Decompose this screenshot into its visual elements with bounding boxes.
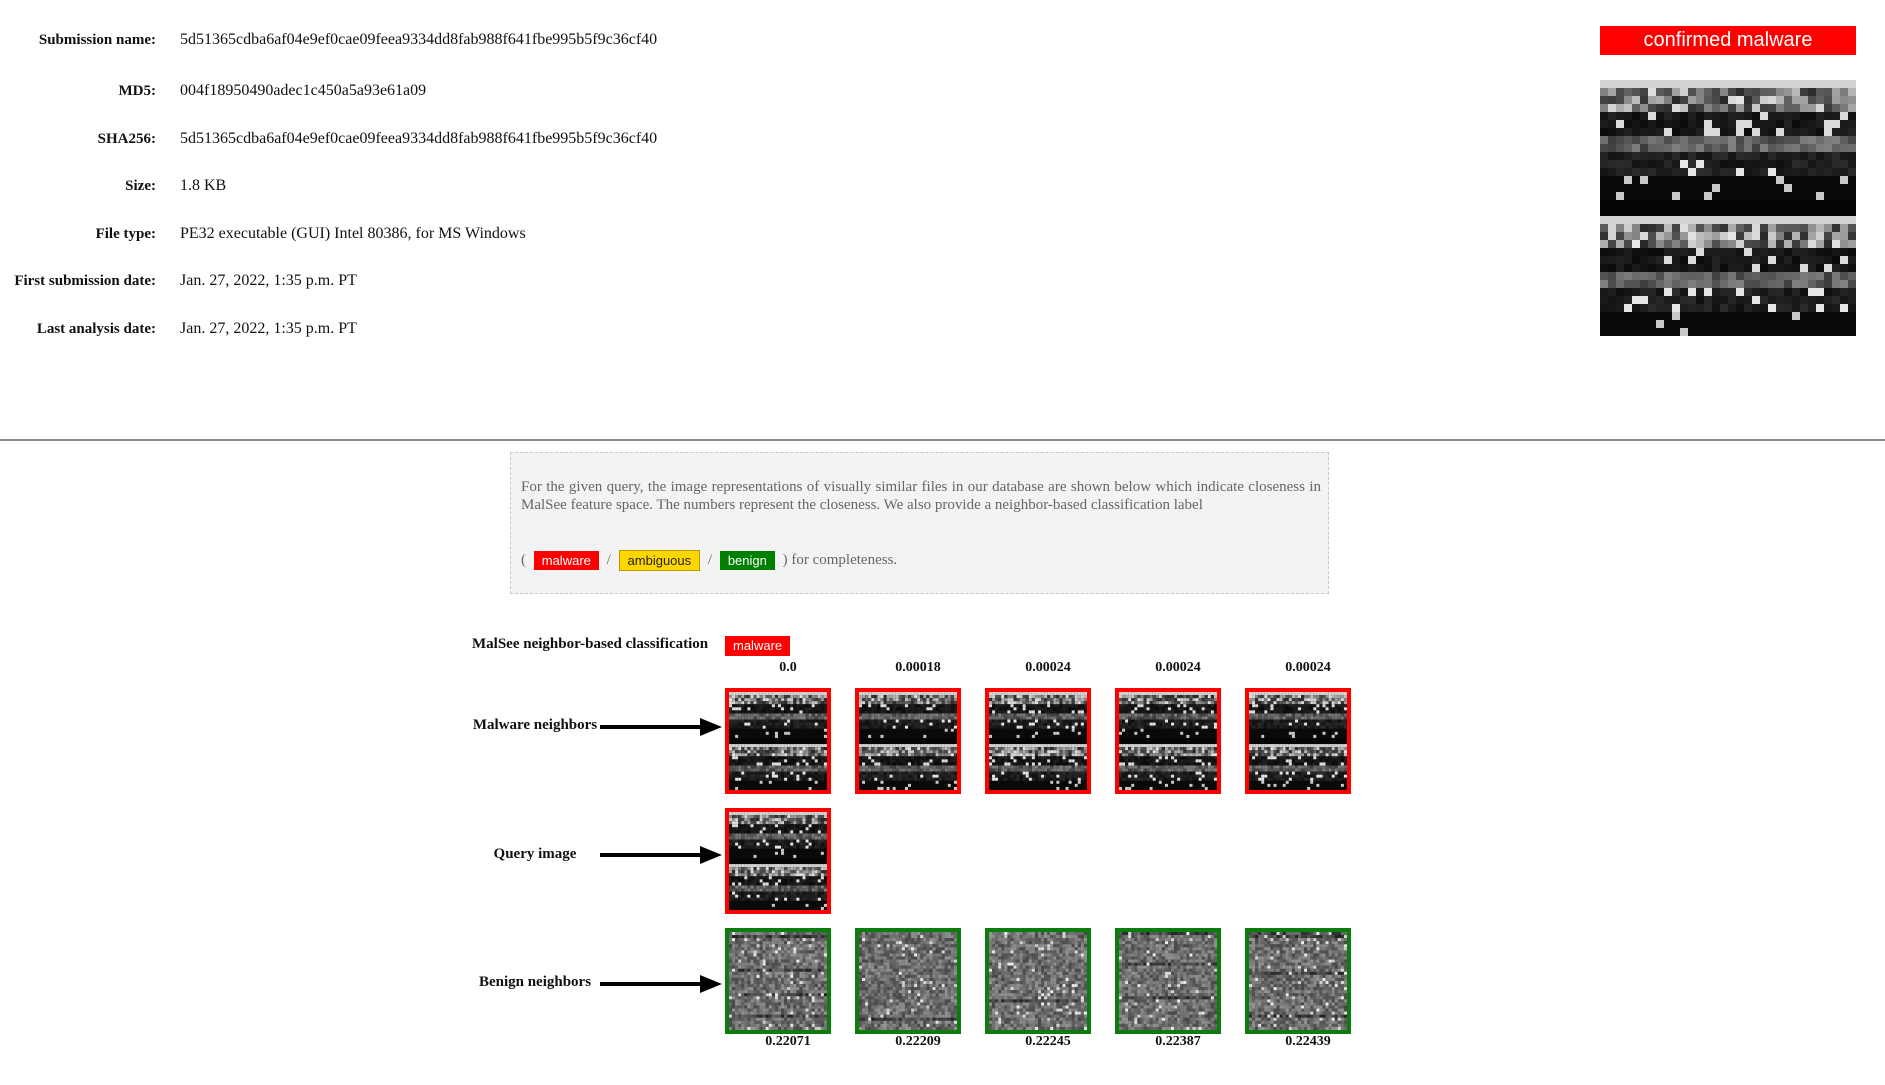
benign-score: 0.22071 [765,1034,811,1049]
benign-score: 0.22387 [1155,1034,1201,1049]
byteplot-image [859,932,957,1030]
malware-score: 0.00018 [895,660,941,675]
meta-label: First submission date: [14,273,156,289]
byteplot-image [1119,692,1217,790]
meta-label: Last analysis date: [36,321,156,337]
benign-neighbor-image [1245,928,1351,1034]
legend-separator: / [606,552,611,568]
benign-score: 0.22439 [1285,1034,1331,1049]
verdict-badge: confirmed malware [1600,26,1856,55]
malware-score: 0.00024 [1285,660,1331,675]
legend-open-paren: ( [521,552,526,568]
classification-label: MalSee neighbor-based classification [472,636,709,652]
byteplot-image [1600,80,1856,336]
arrow-right-icon [600,975,722,993]
query-malware-image [1600,80,1856,336]
malware-score: 0.00024 [1025,660,1071,675]
meta-label: Submission name: [38,32,156,48]
meta-value: PE32 executable (GUI) Intel 80386, for M… [180,225,526,242]
malware-neighbor-image [1115,688,1221,794]
meta-label: File type: [95,226,156,242]
malware-score: 0.00024 [1155,660,1201,675]
byteplot-image [1249,932,1347,1030]
legend-benign-tag: benign [719,551,775,571]
malware-neighbor-image [985,688,1091,794]
benign-neighbor-image [985,928,1091,1034]
meta-row-sha256: SHA256: 5d51365cdba6af04e9ef0cae09feea93… [0,127,1200,151]
meta-value: 5d51365cdba6af04e9ef0cae09feea9334dd8fab… [180,31,658,48]
byteplot-image [729,692,827,790]
info-text: For the given query, the image represent… [521,479,1321,513]
byteplot-image [729,932,827,1030]
byteplot-image [1249,692,1347,790]
meta-row-md5: MD5: 004f18950490adec1c450a5a93e61a09 [0,79,1200,103]
arrow-right-icon [600,846,722,864]
section-divider [0,439,1885,441]
meta-value: 004f18950490adec1c450a5a93e61a09 [180,82,427,99]
benign-neighbor-image [725,928,831,1034]
legend-malware-tag: malware [533,551,599,571]
byteplot-image [1119,932,1217,1030]
byteplot-image [859,692,957,790]
benign-score: 0.22245 [1025,1034,1071,1049]
query-image [725,808,831,914]
byteplot-image [989,932,1087,1030]
meta-row-size: Size: 1.8 KB [0,174,1200,198]
benign-neighbor-image [1115,928,1221,1034]
legend-ambiguous-tag: ambiguous [618,550,701,572]
meta-label: MD5: [118,83,157,99]
benign-neighbor-image [855,928,961,1034]
meta-value: 5d51365cdba6af04e9ef0cae09feea9334dd8fab… [180,130,658,147]
malware-neighbors-label: Malware neighbors [472,717,598,733]
classification-badge: malware [725,636,791,656]
arrow-right-icon [600,718,722,736]
legend-close-text: ) for completeness. [782,552,898,568]
meta-value: Jan. 27, 2022, 1:35 p.m. PT [180,272,357,289]
malware-neighbor-image [1245,688,1351,794]
legend-separator: / [707,552,713,568]
meta-label: Size: [125,178,156,194]
benign-score: 0.22209 [895,1034,941,1049]
malware-neighbor-image [855,688,961,794]
malware-score: 0.0 [779,660,797,675]
meta-label: SHA256: [97,131,156,147]
meta-value: 1.8 KB [180,177,227,194]
label-legend: ( malware / ambiguous / benign ) for com… [521,549,898,572]
byteplot-image [989,692,1087,790]
meta-row-first-submission: First submission date: Jan. 27, 2022, 1:… [0,269,1200,293]
meta-value: Jan. 27, 2022, 1:35 p.m. PT [180,320,357,337]
info-panel: For the given query, the image represent… [510,452,1329,594]
meta-row-last-analysis: Last analysis date: Jan. 27, 2022, 1:35 … [0,317,1200,341]
query-image-label: Query image [493,846,577,862]
meta-row-file-type: File type: PE32 executable (GUI) Intel 8… [0,222,1200,246]
meta-row-submission-name: Submission name: 5d51365cdba6af04e9ef0ca… [0,28,1200,52]
byteplot-image [729,812,827,910]
malware-neighbor-image [725,688,831,794]
benign-neighbors-label: Benign neighbors [478,974,592,990]
